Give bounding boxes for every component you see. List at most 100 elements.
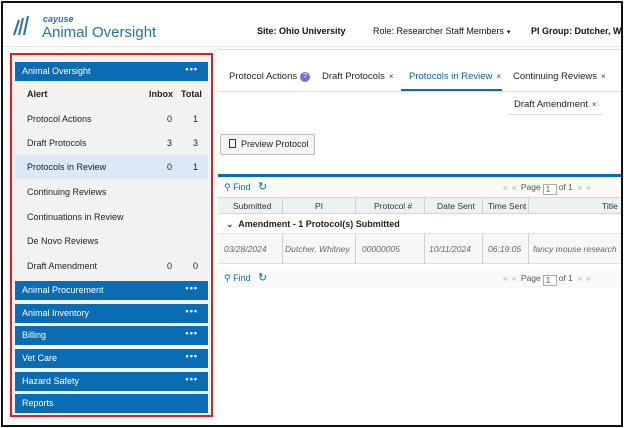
sidebar-item-draft-amendment[interactable]: Draft Amendment 0 0 bbox=[15, 254, 208, 278]
next-page-icon[interactable]: » bbox=[577, 182, 582, 192]
last-page-icon[interactable]: » bbox=[586, 273, 591, 283]
section-vet-care[interactable]: Vet Care ••• bbox=[15, 349, 208, 368]
section-title: Billing bbox=[22, 330, 47, 340]
first-page-icon[interactable]: « bbox=[503, 182, 508, 192]
total-count: 1 bbox=[193, 162, 199, 172]
inbox-count: 0 bbox=[167, 261, 173, 271]
tab-label: Draft Protocols bbox=[322, 71, 385, 82]
last-page-icon[interactable]: » bbox=[586, 182, 591, 192]
more-menu-icon[interactable]: ••• bbox=[186, 370, 198, 389]
find-button[interactable]: ⚲ Find bbox=[224, 182, 251, 193]
prev-page-icon[interactable]: « bbox=[512, 273, 517, 283]
cell-title[interactable]: fancy mouse research bbox=[533, 244, 617, 254]
page-of-label: of 1 bbox=[558, 273, 573, 283]
more-menu-icon[interactable]: ••• bbox=[186, 60, 198, 79]
tabs-divider bbox=[218, 91, 621, 92]
section-animal-oversight[interactable]: Animal Oversight ••• bbox=[15, 62, 208, 81]
site-label: Site: Ohio University bbox=[257, 26, 346, 36]
section-hazard-safety[interactable]: Hazard Safety ••• bbox=[15, 372, 208, 391]
col-separator bbox=[424, 234, 425, 264]
section-billing[interactable]: Billing ••• bbox=[15, 326, 208, 345]
col-time-sent[interactable]: Time Sent bbox=[488, 201, 526, 211]
alert-column-header: Alert Inbox Total bbox=[15, 82, 208, 106]
total-count: 1 bbox=[193, 114, 199, 124]
col-separator bbox=[355, 198, 356, 213]
top-header: cayuse Animal Oversight Site: Ohio Unive… bbox=[3, 3, 621, 47]
refresh-icon[interactable]: ↻ bbox=[258, 180, 267, 193]
button-label: Preview Protocol bbox=[241, 139, 309, 149]
role-label: Role: Researcher Staff Members bbox=[373, 26, 504, 36]
chevron-down-icon: ▾ bbox=[506, 29, 511, 36]
section-title: Hazard Safety bbox=[22, 376, 80, 386]
document-icon bbox=[229, 139, 236, 148]
col-submitted[interactable]: Submitted bbox=[233, 201, 271, 211]
page-input[interactable]: 1 bbox=[542, 184, 557, 195]
col-separator bbox=[528, 234, 529, 264]
total-count: 0 bbox=[193, 261, 199, 271]
more-menu-icon[interactable]: ••• bbox=[186, 302, 198, 321]
prev-page-icon[interactable]: « bbox=[512, 182, 517, 192]
tab-protocol-actions[interactable]: Protocol Actions? bbox=[229, 71, 311, 82]
first-page-icon[interactable]: « bbox=[503, 273, 508, 283]
tab-label: Continuing Reviews bbox=[513, 71, 597, 82]
sidebar: Animal Oversight ••• Alert Inbox Total P… bbox=[10, 53, 213, 417]
section-title: Animal Inventory bbox=[22, 308, 90, 318]
more-menu-icon[interactable]: ••• bbox=[186, 279, 198, 298]
sidebar-item-continuing-reviews[interactable]: Continuing Reviews bbox=[15, 180, 208, 204]
cell-submitted: 03/28/2024 bbox=[224, 244, 267, 254]
col-date-sent[interactable]: Date Sent bbox=[437, 201, 475, 211]
sidebar-item-protocol-actions[interactable]: Protocol Actions 0 1 bbox=[15, 107, 208, 131]
table-row[interactable]: 03/28/2024 Dutcher, Whitney 00000005 10/… bbox=[218, 234, 621, 264]
group-title: Amendment - 1 Protocol(s) Submitted bbox=[238, 219, 400, 229]
search-icon: ⚲ bbox=[224, 182, 231, 192]
sidebar-item-de-novo-reviews[interactable]: De Novo Reviews bbox=[15, 229, 208, 253]
section-title: Reports bbox=[22, 398, 54, 408]
group-row-amendment[interactable]: ⌄ Amendment - 1 Protocol(s) Submitted bbox=[218, 214, 621, 234]
sidebar-item-draft-protocols[interactable]: Draft Protocols 3 3 bbox=[15, 131, 208, 155]
tab-draft-protocols[interactable]: Draft Protocols × bbox=[322, 71, 394, 82]
find-button[interactable]: ⚲ Find bbox=[224, 273, 251, 284]
page-input[interactable]: 1 bbox=[542, 275, 557, 286]
section-animal-procurement[interactable]: Animal Procurement ••• bbox=[15, 281, 208, 300]
group-label: ⌄ Amendment - 1 Protocol(s) Submitted bbox=[226, 219, 400, 230]
total-count: 3 bbox=[193, 138, 199, 148]
preview-protocol-button[interactable]: Preview Protocol bbox=[220, 134, 315, 155]
col-title[interactable]: Title bbox=[602, 201, 618, 211]
next-page-icon[interactable]: » bbox=[577, 273, 582, 283]
tab-label: Protocols in Review bbox=[409, 71, 493, 82]
sidebar-item-label: Protocols in Review bbox=[27, 162, 107, 172]
help-icon[interactable]: ? bbox=[300, 72, 311, 82]
tab-protocols-in-review[interactable]: Protocols in Review × bbox=[409, 71, 501, 82]
close-icon[interactable]: × bbox=[601, 72, 606, 81]
col-protocol-num[interactable]: Protocol # bbox=[374, 201, 412, 211]
close-icon[interactable]: × bbox=[496, 72, 501, 81]
sidebar-item-label: Protocol Actions bbox=[27, 114, 92, 124]
refresh-icon[interactable]: ↻ bbox=[258, 271, 267, 284]
sidebar-item-protocols-in-review[interactable]: Protocols in Review 0 1 bbox=[15, 155, 208, 179]
col-separator bbox=[528, 198, 529, 213]
section-reports[interactable]: Reports bbox=[15, 394, 208, 413]
page-of-label: of 1 bbox=[558, 182, 573, 192]
more-menu-icon[interactable]: ••• bbox=[186, 347, 198, 366]
tab-label: Draft Amendment bbox=[514, 99, 588, 110]
sidebar-item-label: De Novo Reviews bbox=[27, 236, 99, 246]
brand-animal-oversight[interactable]: Animal Oversight bbox=[42, 24, 156, 41]
sidebar-item-label: Continuations in Review bbox=[27, 212, 124, 222]
sidebar-item-continuations-in-review[interactable]: Continuations in Review bbox=[15, 205, 208, 229]
col-pi[interactable]: PI bbox=[315, 201, 323, 211]
tab-continuing-reviews[interactable]: Continuing Reviews × bbox=[513, 71, 606, 82]
tab-draft-amendment[interactable]: Draft Amendment × bbox=[514, 99, 597, 110]
close-icon[interactable]: × bbox=[389, 72, 394, 81]
cell-date-sent: 10/11/2024 bbox=[429, 244, 471, 254]
col-separator bbox=[482, 198, 483, 213]
total-header-label: Total bbox=[181, 89, 202, 99]
section-animal-inventory[interactable]: Animal Inventory ••• bbox=[15, 304, 208, 323]
chevron-down-icon[interactable]: ⌄ bbox=[226, 219, 234, 229]
pager: « « Page 1 of 1 » » bbox=[501, 273, 593, 286]
role-selector[interactable]: Role: Researcher Staff Members ▾ bbox=[373, 26, 510, 36]
close-icon[interactable]: × bbox=[592, 100, 597, 109]
more-menu-icon[interactable]: ••• bbox=[186, 324, 198, 343]
cell-pi: Dutcher, Whitney bbox=[285, 244, 350, 254]
pi-group-selector[interactable]: PI Group: Dutcher, Wh bbox=[531, 26, 621, 36]
cayuse-logo-icon bbox=[13, 15, 29, 36]
